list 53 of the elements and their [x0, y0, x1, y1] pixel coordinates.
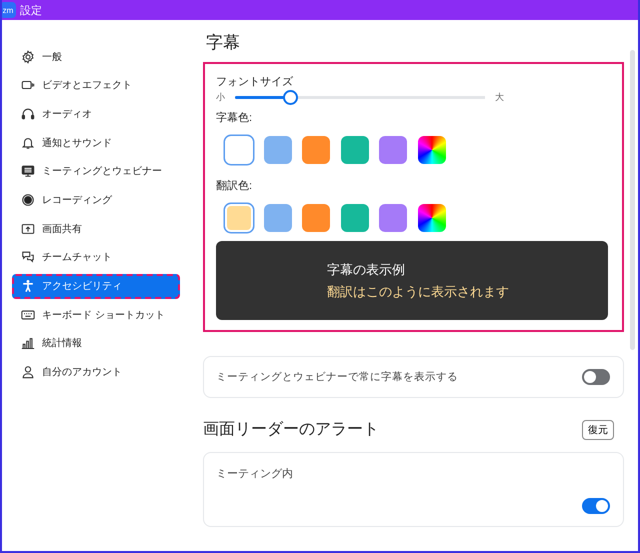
sidebar-item[interactable]: 自分のアカウント — [12, 360, 180, 385]
sidebar-item[interactable]: オーディオ — [12, 101, 180, 126]
slider-max-label: 大 — [495, 91, 504, 104]
gear-icon — [21, 50, 35, 64]
section-title: 画面リーダーのアラート — [203, 420, 379, 440]
custom-color-swatch[interactable] — [418, 204, 446, 232]
sidebar-item[interactable]: 画面共有 — [12, 216, 180, 242]
setting-label: ミーティングとウェビナーで常に字幕を表示する — [216, 370, 458, 384]
scrollbar[interactable] — [630, 50, 635, 350]
bar-chart-icon — [21, 336, 35, 350]
font-size-label: フォントサイズ — [216, 75, 293, 89]
bell-icon — [21, 136, 35, 150]
sidebar-item[interactable]: チームチャット — [12, 244, 180, 270]
slider-min-label: 小 — [216, 91, 225, 104]
color-swatch[interactable] — [379, 204, 407, 232]
sidebar-item[interactable]: アクセシビリティ — [12, 274, 180, 298]
app-logo: zm — [2, 2, 16, 18]
monitor-icon — [21, 164, 35, 178]
toggle-switch[interactable] — [582, 498, 610, 514]
caption-color-label: 字幕色: — [216, 110, 252, 125]
color-swatch[interactable] — [225, 204, 253, 232]
sidebar-item[interactable]: 通知とサウンド — [12, 130, 180, 156]
color-swatch[interactable] — [264, 204, 292, 232]
color-swatch[interactable] — [340, 204, 368, 232]
headphones-icon — [21, 106, 35, 121]
chat-bubbles-icon — [21, 250, 35, 264]
color-swatch[interactable] — [264, 136, 292, 164]
restore-button[interactable]: 復元 — [582, 420, 614, 440]
record-icon — [21, 192, 35, 207]
sidebar-item[interactable]: レコーディング — [12, 187, 180, 212]
color-swatch[interactable] — [225, 136, 253, 164]
color-swatch[interactable] — [340, 136, 368, 164]
sidebar-item[interactable]: ミーティングとウェビナー — [12, 158, 180, 184]
toggle-switch[interactable] — [582, 369, 610, 385]
caption-sample-text: 字幕の表示例 — [327, 260, 405, 278]
sidebar-item[interactable]: キーボード ショートカット — [12, 302, 180, 328]
user-icon — [21, 365, 35, 380]
section-title: 字幕 — [206, 32, 240, 53]
sidebar-item[interactable]: ビデオとエフェクト — [12, 72, 180, 98]
translation-color-label: 翻訳色: — [216, 179, 252, 193]
sidebar-item[interactable]: 一般 — [12, 44, 180, 69]
screen-share-icon — [21, 222, 35, 236]
group-title: ミーティング内 — [216, 467, 293, 481]
person-icon — [21, 279, 35, 293]
window-title: 設定 — [20, 4, 42, 18]
slider-thumb[interactable] — [283, 90, 298, 105]
color-swatch[interactable] — [379, 136, 407, 164]
custom-color-swatch[interactable] — [418, 136, 446, 164]
translation-sample-text: 翻訳はこのように表示されます — [327, 282, 509, 300]
color-swatch[interactable] — [302, 204, 330, 232]
sidebar-item[interactable]: 統計情報 — [12, 330, 180, 356]
color-swatch[interactable] — [302, 136, 330, 164]
keyboard-icon — [21, 308, 35, 322]
